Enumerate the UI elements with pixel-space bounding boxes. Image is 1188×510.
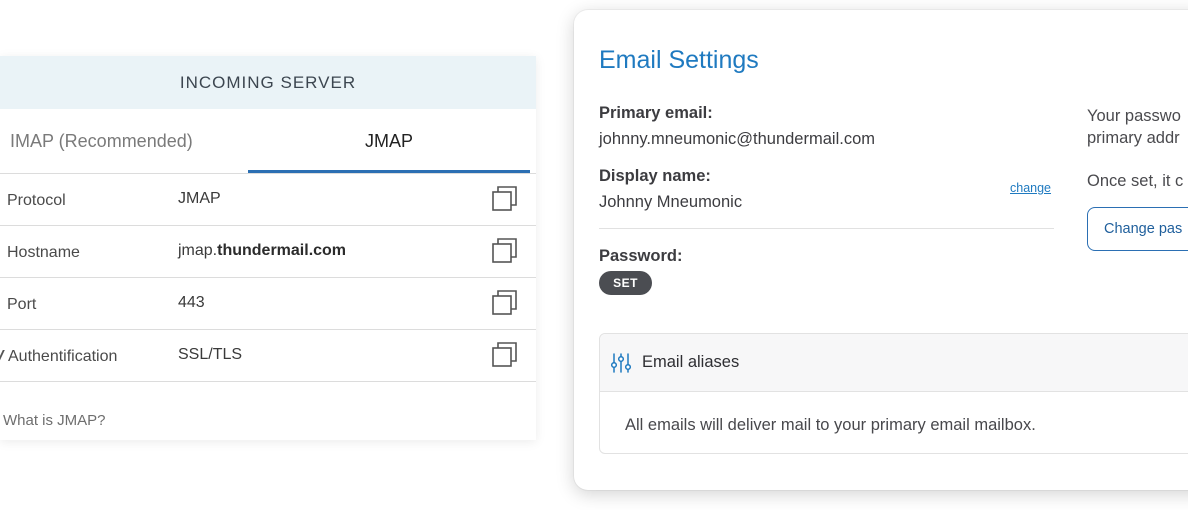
sliders-icon xyxy=(610,352,632,373)
hostname-label: Hostname xyxy=(7,244,80,261)
email-aliases-header[interactable]: Email aliases xyxy=(600,334,1188,392)
change-password-button[interactable]: Change pas xyxy=(1087,207,1188,251)
password-info-line2: primary addr xyxy=(1087,129,1180,147)
port-value: 443 xyxy=(178,294,205,311)
protocol-label: Protocol xyxy=(7,192,66,209)
copy-icon[interactable] xyxy=(492,342,518,368)
divider xyxy=(599,228,1054,229)
email-aliases-section: Email aliases All emails will deliver ma… xyxy=(599,333,1188,454)
hostname-domain: thundermail.com xyxy=(217,242,347,259)
email-settings-panel: Email Settings Primary email: johnny.mne… xyxy=(574,10,1188,490)
copy-icon[interactable] xyxy=(492,186,518,212)
display-name-label: Display name: xyxy=(599,167,711,185)
copy-icon[interactable] xyxy=(492,290,518,316)
port-row: Port 443 xyxy=(0,278,536,330)
what-is-jmap-link[interactable]: What is JMAP? xyxy=(3,412,106,429)
password-label: Password: xyxy=(599,247,683,265)
tab-jmap[interactable]: JMAP xyxy=(248,109,530,173)
hostname-row: Hostname jmap.thundermail.com xyxy=(0,226,536,278)
email-aliases-title: Email aliases xyxy=(642,353,740,371)
tab-imap[interactable]: IMAP (Recommended) xyxy=(0,109,248,173)
protocol-value: JMAP xyxy=(178,190,221,207)
primary-email-value: johnny.mneumonic@thundermail.com xyxy=(599,130,875,148)
authentification-row: Authentification SSL/TLS xyxy=(0,330,536,382)
hostname-prefix: jmap. xyxy=(178,242,218,259)
authentification-label: Authentification xyxy=(0,348,117,366)
copy-icon[interactable] xyxy=(492,238,518,264)
hostname-value: jmap.thundermail.com xyxy=(178,242,346,260)
display-name-value: Johnny Mneumonic xyxy=(599,193,743,211)
authentification-value: SSL/TLS xyxy=(178,346,243,363)
port-label: Port xyxy=(7,296,37,313)
password-info-line3: Once set, it c xyxy=(1087,172,1184,190)
protocol-tabs: IMAP (Recommended) JMAP xyxy=(0,109,536,174)
change-display-name-link[interactable]: change xyxy=(1010,181,1051,195)
password-info-line1: Your passwo xyxy=(1087,107,1181,125)
password-status-badge: SET xyxy=(599,271,652,295)
primary-email-label: Primary email: xyxy=(599,104,713,122)
incoming-server-panel: INCOMING SERVER IMAP (Recommended) JMAP … xyxy=(0,56,536,440)
incoming-server-header: INCOMING SERVER xyxy=(0,56,536,109)
page-title: Email Settings xyxy=(599,46,759,74)
protocol-row: Protocol JMAP xyxy=(0,174,536,226)
email-aliases-description: All emails will deliver mail to your pri… xyxy=(625,416,1036,434)
